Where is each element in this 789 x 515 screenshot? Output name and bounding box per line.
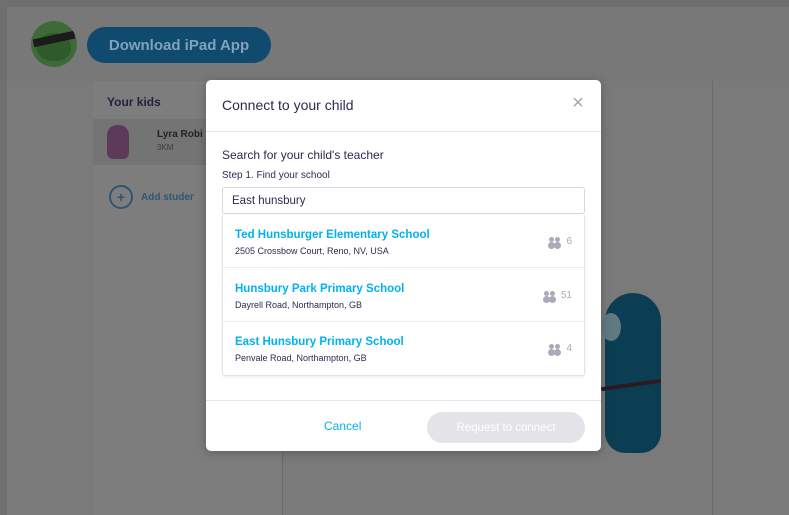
teacher-count: 6 bbox=[549, 236, 572, 247]
people-icon bbox=[549, 343, 562, 354]
plus-icon: + bbox=[109, 185, 133, 209]
step-label: Step 1. Find your school bbox=[222, 170, 330, 181]
teacher-count: 4 bbox=[549, 343, 572, 354]
teacher-count-value: 6 bbox=[566, 236, 572, 247]
school-result-item[interactable]: East Hunsbury Primary School Penvale Roa… bbox=[223, 322, 584, 375]
kid-code: 3KM bbox=[157, 143, 174, 152]
kid-name: Lyra Robi bbox=[157, 129, 203, 140]
teacher-count-value: 4 bbox=[566, 343, 572, 354]
school-result-item[interactable]: Hunsbury Park Primary School Dayrell Roa… bbox=[223, 269, 584, 322]
search-heading: Search for your child's teacher bbox=[222, 148, 384, 162]
kid-avatar bbox=[107, 125, 129, 159]
school-result-item[interactable]: Ted Hunsburger Elementary School 2505 Cr… bbox=[223, 215, 584, 268]
dialog-header: Connect to your child × bbox=[206, 80, 601, 132]
school-name: East Hunsbury Primary School bbox=[235, 336, 404, 348]
monster-illustration bbox=[601, 293, 661, 453]
monster-eye bbox=[601, 313, 621, 341]
classdojo-logo bbox=[31, 21, 77, 67]
request-to-connect-button[interactable]: Request to connect bbox=[427, 412, 585, 443]
monster-stripe bbox=[601, 378, 661, 392]
school-address: Dayrell Road, Northampton, GB bbox=[235, 300, 363, 310]
school-name: Ted Hunsburger Elementary School bbox=[235, 229, 430, 241]
people-icon bbox=[543, 290, 557, 301]
people-icon bbox=[549, 236, 562, 247]
add-student-label: Add studer bbox=[141, 191, 194, 203]
connect-child-dialog: Connect to your child × Search for your … bbox=[206, 80, 601, 451]
close-icon[interactable]: × bbox=[569, 93, 587, 113]
school-results-list: Ted Hunsburger Elementary School 2505 Cr… bbox=[222, 215, 585, 376]
school-name: Hunsbury Park Primary School bbox=[235, 283, 405, 295]
dialog-footer: Cancel Request to connect bbox=[206, 400, 601, 451]
school-search-input[interactable] bbox=[222, 187, 585, 214]
download-ipad-app-button[interactable]: Download iPad App bbox=[87, 27, 271, 63]
top-bar: Download iPad App bbox=[7, 7, 789, 81]
dialog-title: Connect to your child bbox=[222, 97, 354, 113]
school-address: Penvale Road, Northampton, GB bbox=[235, 353, 367, 363]
add-student-button[interactable]: + Add studer bbox=[109, 185, 194, 209]
teacher-count: 51 bbox=[543, 290, 572, 301]
teacher-count-value: 51 bbox=[560, 290, 572, 301]
cancel-button[interactable]: Cancel bbox=[324, 419, 361, 433]
school-address: 2505 Crossbow Court, Reno, NV, USA bbox=[235, 246, 389, 256]
sidebar-title: Your kids bbox=[107, 95, 161, 109]
